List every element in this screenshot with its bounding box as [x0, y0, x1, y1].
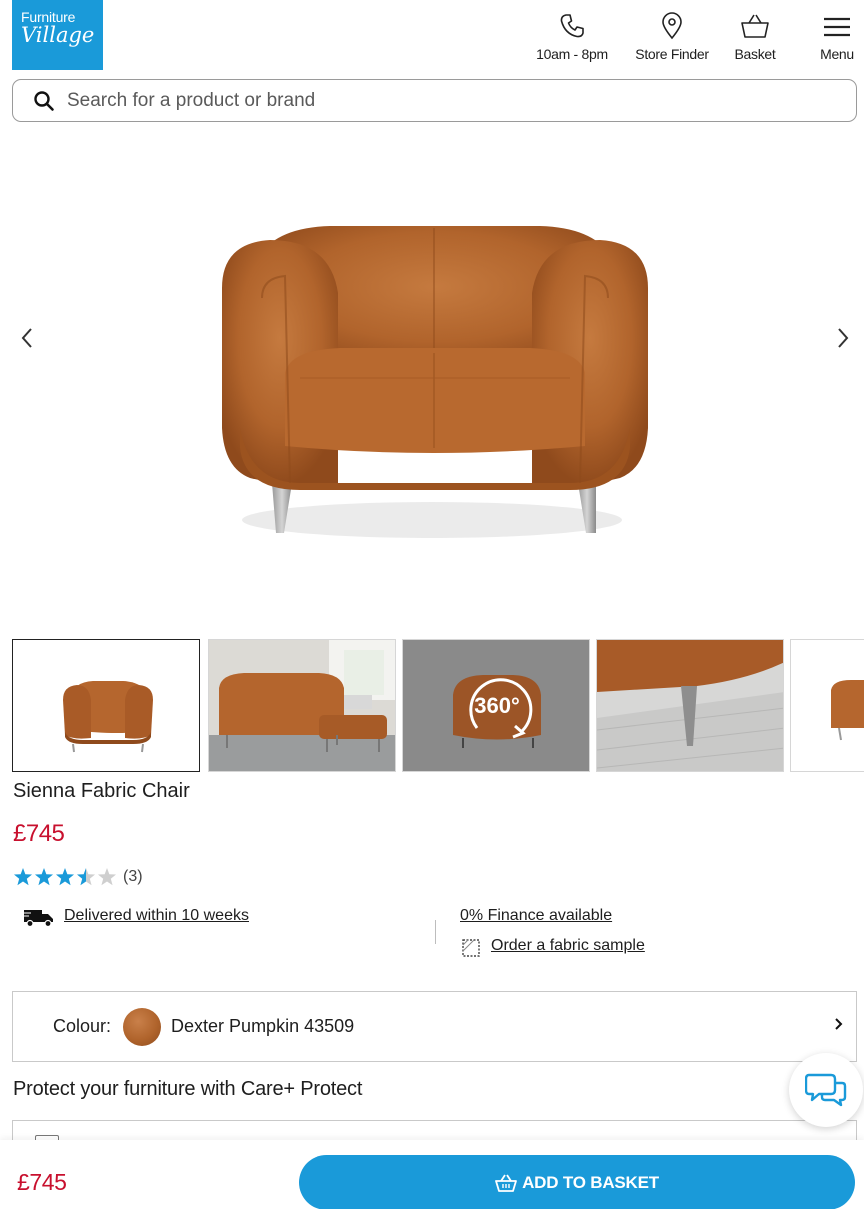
menu-button[interactable]: Menu: [812, 12, 862, 62]
colour-selector[interactable]: Colour: Dexter Pumpkin 43509: [12, 991, 857, 1062]
colour-swatch: [123, 1007, 162, 1046]
phone-icon: [560, 14, 584, 38]
chat-bubbles-icon: [805, 1073, 847, 1107]
basket-label: Basket: [734, 46, 776, 62]
colour-value: Dexter Pumpkin 43509: [171, 1016, 355, 1036]
delivery-info-link[interactable]: Delivered within 10 weeks: [64, 907, 249, 925]
thumbnail-side-view[interactable]: [790, 639, 864, 772]
product-main-image: [222, 226, 648, 538]
add-to-basket-label: ADD TO BASKET: [522, 1172, 659, 1192]
footer-price: £745: [17, 1169, 67, 1195]
site-header: Furniture Village 10am - 8pm Store Finde…: [0, 0, 864, 76]
search-input[interactable]: [67, 89, 827, 112]
basket-icon: [741, 14, 769, 38]
rating-star: [55, 868, 75, 886]
search-bar[interactable]: [12, 79, 857, 122]
thumbnail-chair-front[interactable]: [12, 639, 200, 772]
thumbnail-360-view[interactable]: 360°: [402, 639, 590, 772]
finance-link[interactable]: 0% Finance available: [460, 907, 612, 925]
product-price: £745: [13, 820, 65, 847]
store-finder-label: Store Finder: [635, 46, 709, 62]
chevron-right-icon: [835, 1018, 843, 1030]
menu-label: Menu: [820, 46, 854, 62]
opening-hours-label: 10am - 8pm: [536, 46, 608, 62]
thumbnail-room-scene[interactable]: [208, 639, 396, 772]
thumbnail-leg-detail[interactable]: [596, 639, 784, 772]
product-image-carousel[interactable]: [0, 128, 864, 633]
delivery-truck-icon: [23, 910, 53, 928]
rating-star: [13, 868, 33, 886]
rating-star: [76, 868, 96, 886]
basket-link[interactable]: Basket: [726, 12, 784, 62]
add-to-basket-button[interactable]: ADD TO BASKET: [299, 1155, 855, 1209]
info-divider: [435, 920, 436, 944]
sticky-add-to-basket-bar: £745 ADD TO BASKET: [0, 1140, 864, 1209]
chevron-left-icon: [21, 328, 32, 348]
basket-icon: [495, 1174, 517, 1192]
rating-star: [34, 868, 54, 886]
care-protect-heading: Protect your furniture with Care+ Protec…: [13, 1078, 363, 1100]
carousel-next-button[interactable]: [828, 318, 858, 358]
view-360-label: 360°: [474, 693, 520, 718]
product-title: Sienna Fabric Chair: [13, 780, 190, 802]
colour-label: Colour:: [53, 1016, 112, 1036]
live-chat-button[interactable]: [789, 1053, 863, 1127]
carousel-prev-button[interactable]: [12, 318, 42, 358]
furniture-village-logo[interactable]: Furniture Village: [12, 0, 103, 70]
opening-hours-link[interactable]: 10am - 8pm: [530, 12, 614, 62]
search-icon: [34, 90, 54, 111]
thumbnail-strip: 360°: [12, 639, 864, 773]
fabric-sample-link[interactable]: Order a fabric sample: [491, 937, 645, 955]
review-count[interactable]: (3): [123, 868, 143, 886]
store-finder-link[interactable]: Store Finder: [626, 12, 718, 62]
hamburger-icon: [824, 17, 850, 37]
rating-star: [97, 868, 117, 886]
chevron-right-icon: [838, 328, 849, 348]
rating-stars: [13, 868, 117, 886]
location-pin-icon: [662, 12, 682, 40]
star-rating[interactable]: (3): [13, 867, 143, 887]
fabric-sample-icon: [462, 939, 480, 957]
